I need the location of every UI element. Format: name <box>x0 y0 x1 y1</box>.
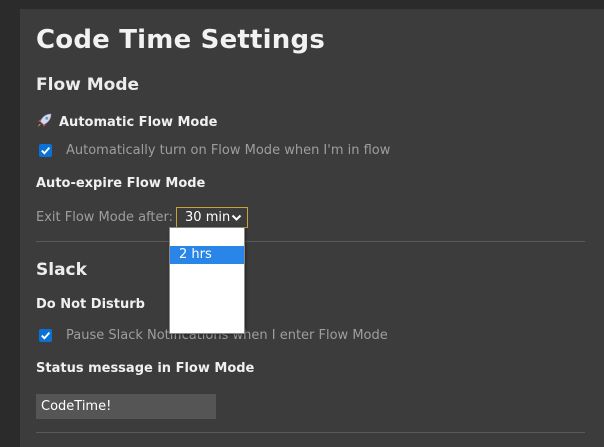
dropdown-option[interactable] <box>170 300 244 318</box>
exit-select-value: 30 min <box>185 210 231 225</box>
rocket-icon <box>36 112 54 133</box>
exit-select-dropdown: 2 hrs <box>169 227 245 334</box>
flow-mode-heading: Flow Mode <box>36 75 140 95</box>
dropdown-option[interactable] <box>170 228 244 246</box>
auto-expire-heading: Auto-expire Flow Mode <box>36 176 206 191</box>
chevron-down-icon <box>231 212 242 227</box>
dropdown-option-2-hrs[interactable]: 2 hrs <box>170 246 244 264</box>
auto-turn-on-checkbox[interactable] <box>39 143 52 157</box>
slack-heading: Slack <box>36 260 87 280</box>
status-message-heading: Status message in Flow Mode <box>36 361 255 376</box>
automatic-flow-mode-text: Automatic Flow Mode <box>59 115 218 130</box>
auto-turn-on-label: Automatically turn on Flow Mode when I'm… <box>66 142 391 158</box>
exit-flow-mode-label: Exit Flow Mode after: <box>36 210 174 225</box>
exit-flow-mode-row: Exit Flow Mode after: 30 min <box>36 206 249 229</box>
dropdown-option[interactable] <box>170 264 244 282</box>
pause-slack-checkbox[interactable] <box>39 328 52 342</box>
exit-flow-mode-select[interactable]: 30 min <box>176 207 249 228</box>
section-divider-bottom <box>36 432 585 433</box>
auto-turn-on-row[interactable]: Automatically turn on Flow Mode when I'm… <box>39 142 390 158</box>
settings-panel: Code Time Settings Flow Mode Automatic F… <box>20 9 604 447</box>
do-not-disturb-heading: Do Not Disturb <box>36 297 145 312</box>
automatic-flow-mode-label: Automatic Flow Mode <box>36 112 217 133</box>
dropdown-option[interactable] <box>170 282 244 300</box>
page-title: Code Time Settings <box>36 25 325 55</box>
section-divider <box>36 241 585 242</box>
status-message-input[interactable]: CodeTime! <box>36 394 216 419</box>
